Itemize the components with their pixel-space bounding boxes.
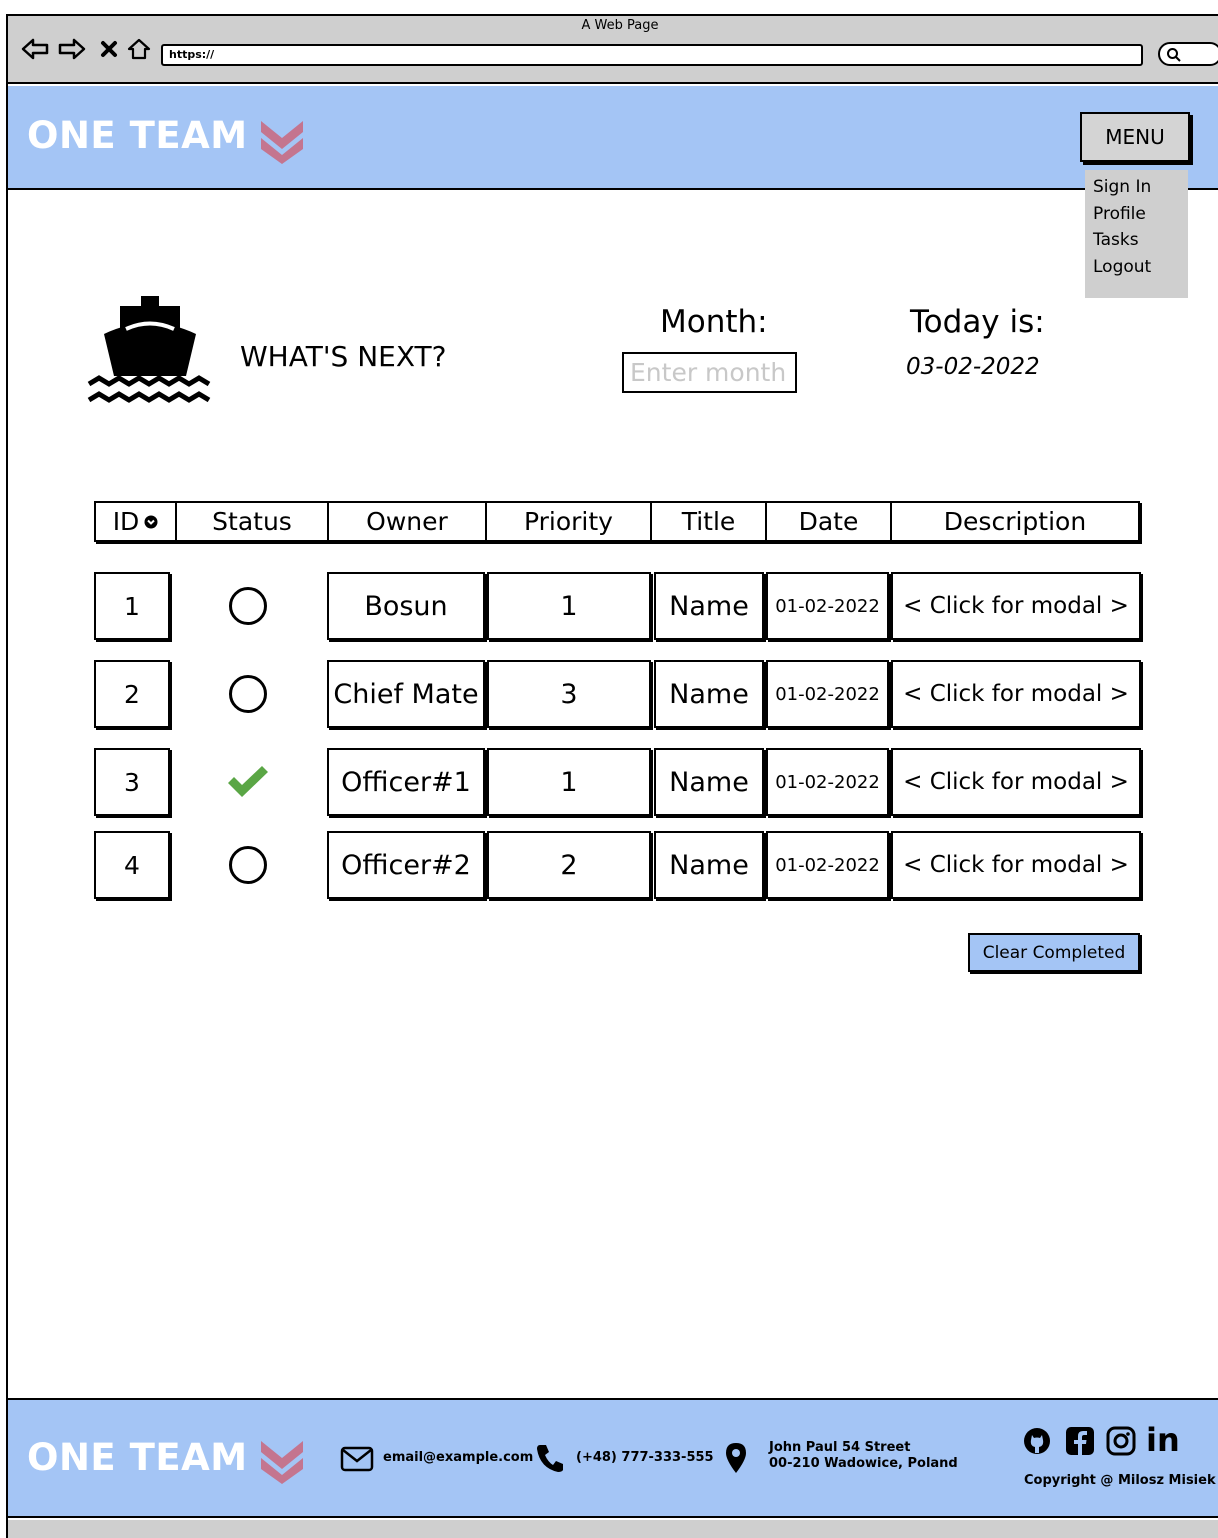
github-icon[interactable] [1022, 1426, 1052, 1456]
browser-search[interactable] [1158, 42, 1218, 66]
month-input[interactable] [622, 352, 797, 393]
row-id-cell: 2 [94, 660, 170, 728]
url-bar[interactable]: https:// [161, 44, 1143, 66]
column-header-description[interactable]: Description [892, 503, 1138, 540]
row-description-button[interactable]: < Click for modal > [891, 572, 1141, 640]
today-date: 03-02-2022 [906, 354, 1040, 380]
map-pin-icon [726, 1443, 746, 1473]
double-chevron-down-icon [261, 121, 303, 164]
row-owner-cell: Officer#2 [327, 831, 485, 899]
menu-item-tasks[interactable]: Tasks [1093, 227, 1188, 254]
row-title-cell: Name [654, 748, 764, 816]
instagram-icon[interactable] [1106, 1426, 1136, 1456]
row-priority-cell: 1 [487, 572, 651, 640]
menu-item-profile[interactable]: Profile [1093, 201, 1188, 228]
footer-address: John Paul 54 Street 00-210 Wadowice, Pol… [769, 1440, 958, 1472]
row-owner-cell: Chief Mate [327, 660, 485, 728]
phone-icon[interactable] [536, 1443, 564, 1473]
row-date-cell: 01-02-2022 [766, 831, 889, 899]
linkedin-icon[interactable]: in [1146, 1421, 1180, 1459]
row-title-cell: Name [654, 660, 764, 728]
column-header-priority[interactable]: Priority [487, 503, 652, 540]
row-owner-cell: Bosun [327, 572, 485, 640]
row-title-cell: Name [654, 831, 764, 899]
row-date-cell: 01-02-2022 [766, 660, 889, 728]
column-header-owner[interactable]: Owner [329, 503, 487, 540]
month-label: Month: [660, 304, 768, 340]
column-header-title[interactable]: Title [652, 503, 767, 540]
status-open-circle-icon[interactable] [213, 831, 283, 899]
status-open-circle-icon[interactable] [213, 572, 283, 640]
browser-status-bar [8, 1520, 1218, 1538]
double-chevron-down-icon [261, 1441, 303, 1484]
row-date-cell: 01-02-2022 [766, 572, 889, 640]
close-icon[interactable] [98, 36, 120, 62]
footer-phone[interactable]: (+48) 777-333-555 [576, 1450, 714, 1465]
row-id-cell: 1 [94, 572, 170, 640]
row-description-button[interactable]: < Click for modal > [891, 748, 1141, 816]
row-owner-cell: Officer#1 [327, 748, 485, 816]
menu-item-logout[interactable]: Logout [1093, 254, 1188, 281]
row-id-cell: 4 [94, 831, 170, 899]
facebook-icon[interactable] [1065, 1426, 1095, 1456]
browser-title: A Web Page [581, 18, 659, 33]
today-label: Today is: [910, 304, 1045, 340]
column-header-id[interactable]: ID [96, 503, 177, 540]
column-header-date[interactable]: Date [767, 503, 892, 540]
ship-icon [87, 296, 211, 403]
row-description-button[interactable]: < Click for modal > [891, 660, 1141, 728]
clear-completed-button[interactable]: Clear Completed [968, 933, 1140, 972]
row-priority-cell: 2 [487, 831, 651, 899]
home-icon[interactable] [125, 36, 153, 62]
sort-chevron-down-icon[interactable] [144, 515, 158, 529]
menu-item-sign-in[interactable]: Sign In [1093, 174, 1188, 201]
footer-email[interactable]: email@example.com [383, 1450, 533, 1465]
row-priority-cell: 3 [487, 660, 651, 728]
page-heading: WHAT'S NEXT? [240, 340, 447, 373]
footer-address-line1: John Paul 54 Street [769, 1440, 911, 1455]
footer-copyright: Copyright @ Milosz Misiek [1024, 1473, 1216, 1488]
row-date-cell: 01-02-2022 [766, 748, 889, 816]
row-priority-cell: 1 [487, 748, 651, 816]
row-id-cell: 3 [94, 748, 170, 816]
menu-button[interactable]: MENU [1080, 112, 1190, 162]
footer-address-line2: 00-210 Wadowice, Poland [769, 1456, 958, 1471]
search-icon [1167, 48, 1181, 62]
column-header-status[interactable]: Status [177, 503, 329, 540]
table-header: ID Status Owner Priority Title Date Desc… [94, 501, 1140, 542]
status-done-check-icon[interactable] [213, 748, 283, 816]
footer-logo-text[interactable]: ONE TEAM [27, 1436, 248, 1479]
row-description-button[interactable]: < Click for modal > [891, 831, 1141, 899]
status-open-circle-icon[interactable] [213, 660, 283, 728]
mail-icon[interactable] [340, 1446, 374, 1472]
column-header-id-label: ID [112, 507, 140, 536]
forward-arrow-icon[interactable] [57, 36, 87, 62]
back-arrow-icon[interactable] [20, 36, 50, 62]
header-logo-text[interactable]: ONE TEAM [27, 114, 248, 157]
row-title-cell: Name [654, 572, 764, 640]
menu-dropdown: Sign In Profile Tasks Logout [1085, 170, 1188, 298]
